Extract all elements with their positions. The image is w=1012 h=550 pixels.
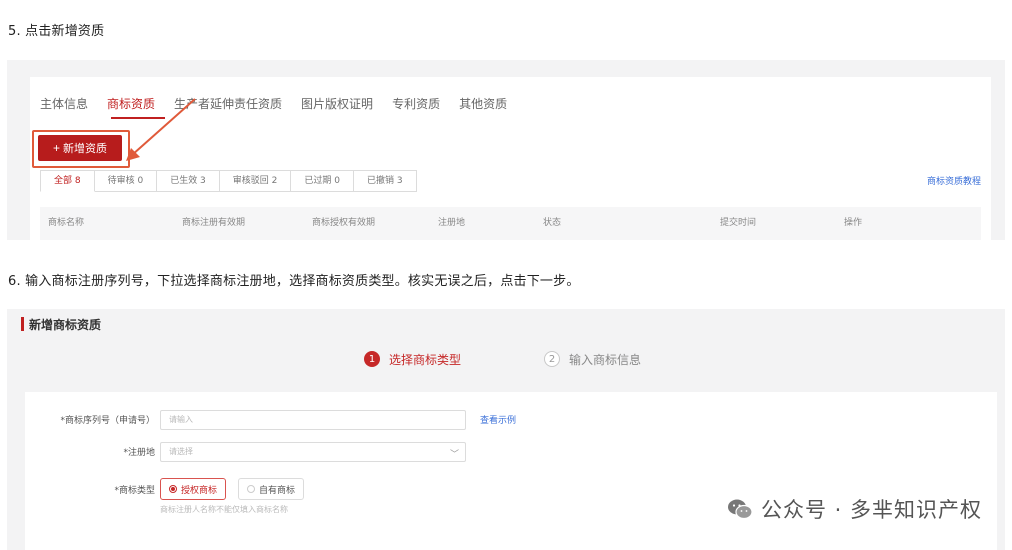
trademark-tutorial-link[interactable]: 商标资质教程 xyxy=(927,174,981,187)
th-submit-time: 提交时间 xyxy=(720,218,757,228)
add-qualification-label: 新增资质 xyxy=(63,143,107,155)
chevron-down-icon: ﹀ xyxy=(449,450,459,460)
plus-icon: + xyxy=(52,141,60,155)
status-filter-tabs: 全部 8 待审核 0 已生效 3 审核驳回 2 已过期 0 已撤销 3 xyxy=(40,170,417,192)
view-example-link[interactable]: 查看示例 xyxy=(480,413,516,426)
th-status: 状态 xyxy=(543,218,562,228)
radio-own-label: 自有商标 xyxy=(259,485,296,496)
tab-patent[interactable]: 专利资质 xyxy=(392,94,440,116)
serial-number-label: *商标序列号（申请号） xyxy=(60,416,155,426)
qualification-card: 主体信息 商标资质 生产者延伸责任资质 图片版权证明 专利资质 其他资质 + 新… xyxy=(30,77,991,240)
tab-other[interactable]: 其他资质 xyxy=(459,94,507,116)
screenshot-qualification-list: 主体信息 商标资质 生产者延伸责任资质 图片版权证明 专利资质 其他资质 + 新… xyxy=(7,60,1005,240)
th-actions: 操作 xyxy=(844,218,863,228)
step-indicator: 1 选择商标类型 2 输入商标信息 xyxy=(7,349,1005,371)
status-tab-all[interactable]: 全部 8 xyxy=(40,170,95,192)
th-authorization-validity: 商标授权有效期 xyxy=(312,218,376,228)
watermark-text: 公众号 · 多芈知识产权 xyxy=(760,498,982,522)
wechat-watermark: 公众号 · 多芈知识产权 xyxy=(727,494,982,524)
radio-unselected-icon xyxy=(247,485,255,493)
section-title-marker xyxy=(21,317,24,331)
step-6-instruction: 6. 输入商标注册序列号，下拉选择商标注册地，选择商标资质类型。核实无误之后，点… xyxy=(8,274,580,289)
table-header: 商标名称 商标注册有效期 商标授权有效期 注册地 状态 提交时间 操作 xyxy=(40,207,981,240)
serial-number-input[interactable]: 请输入 xyxy=(160,410,466,430)
step-2-circle: 2 xyxy=(544,351,560,367)
status-tab-revoked[interactable]: 已撤销 3 xyxy=(353,170,417,192)
radio-own-trademark[interactable]: 自有商标 xyxy=(238,478,305,500)
add-qualification-button[interactable]: + 新增资质 xyxy=(38,135,122,161)
registration-place-select[interactable]: 请选择 ﹀ xyxy=(160,442,466,462)
th-registration-validity: 商标注册有效期 xyxy=(182,218,246,228)
step-5-instruction: 5. 点击新增资质 xyxy=(8,24,105,39)
section-title: 新增商标资质 xyxy=(29,318,102,332)
status-tab-pending[interactable]: 待审核 0 xyxy=(94,170,158,192)
trademark-form: *商标序列号（申请号） 请输入 查看示例 *注册地 请选择 ﹀ *商标类型 授权… xyxy=(25,392,997,550)
trademark-type-label: *商标类型 xyxy=(114,486,155,496)
radio-authorized-trademark[interactable]: 授权商标 xyxy=(160,478,227,500)
registration-place-placeholder: 请选择 xyxy=(169,447,193,456)
tab-image-copyright[interactable]: 图片版权证明 xyxy=(301,94,373,116)
step-2-label: 输入商标信息 xyxy=(569,353,642,367)
radio-authorized-label: 授权商标 xyxy=(181,485,218,496)
radio-selected-icon xyxy=(169,485,177,493)
th-registration-place: 注册地 xyxy=(438,218,466,228)
th-trademark-name: 商标名称 xyxy=(48,218,85,228)
status-tab-active[interactable]: 已生效 3 xyxy=(157,170,220,192)
step-1-label: 选择商标类型 xyxy=(389,353,462,367)
registration-place-label: *注册地 xyxy=(123,448,155,458)
wechat-icon xyxy=(727,498,753,520)
status-tab-expired[interactable]: 已过期 0 xyxy=(291,170,354,192)
trademark-type-hint: 商标注册人名称不能仅填入商标名称 xyxy=(160,505,288,514)
status-tab-rejected[interactable]: 审核驳回 2 xyxy=(219,170,292,192)
step-1-circle: 1 xyxy=(364,351,380,367)
